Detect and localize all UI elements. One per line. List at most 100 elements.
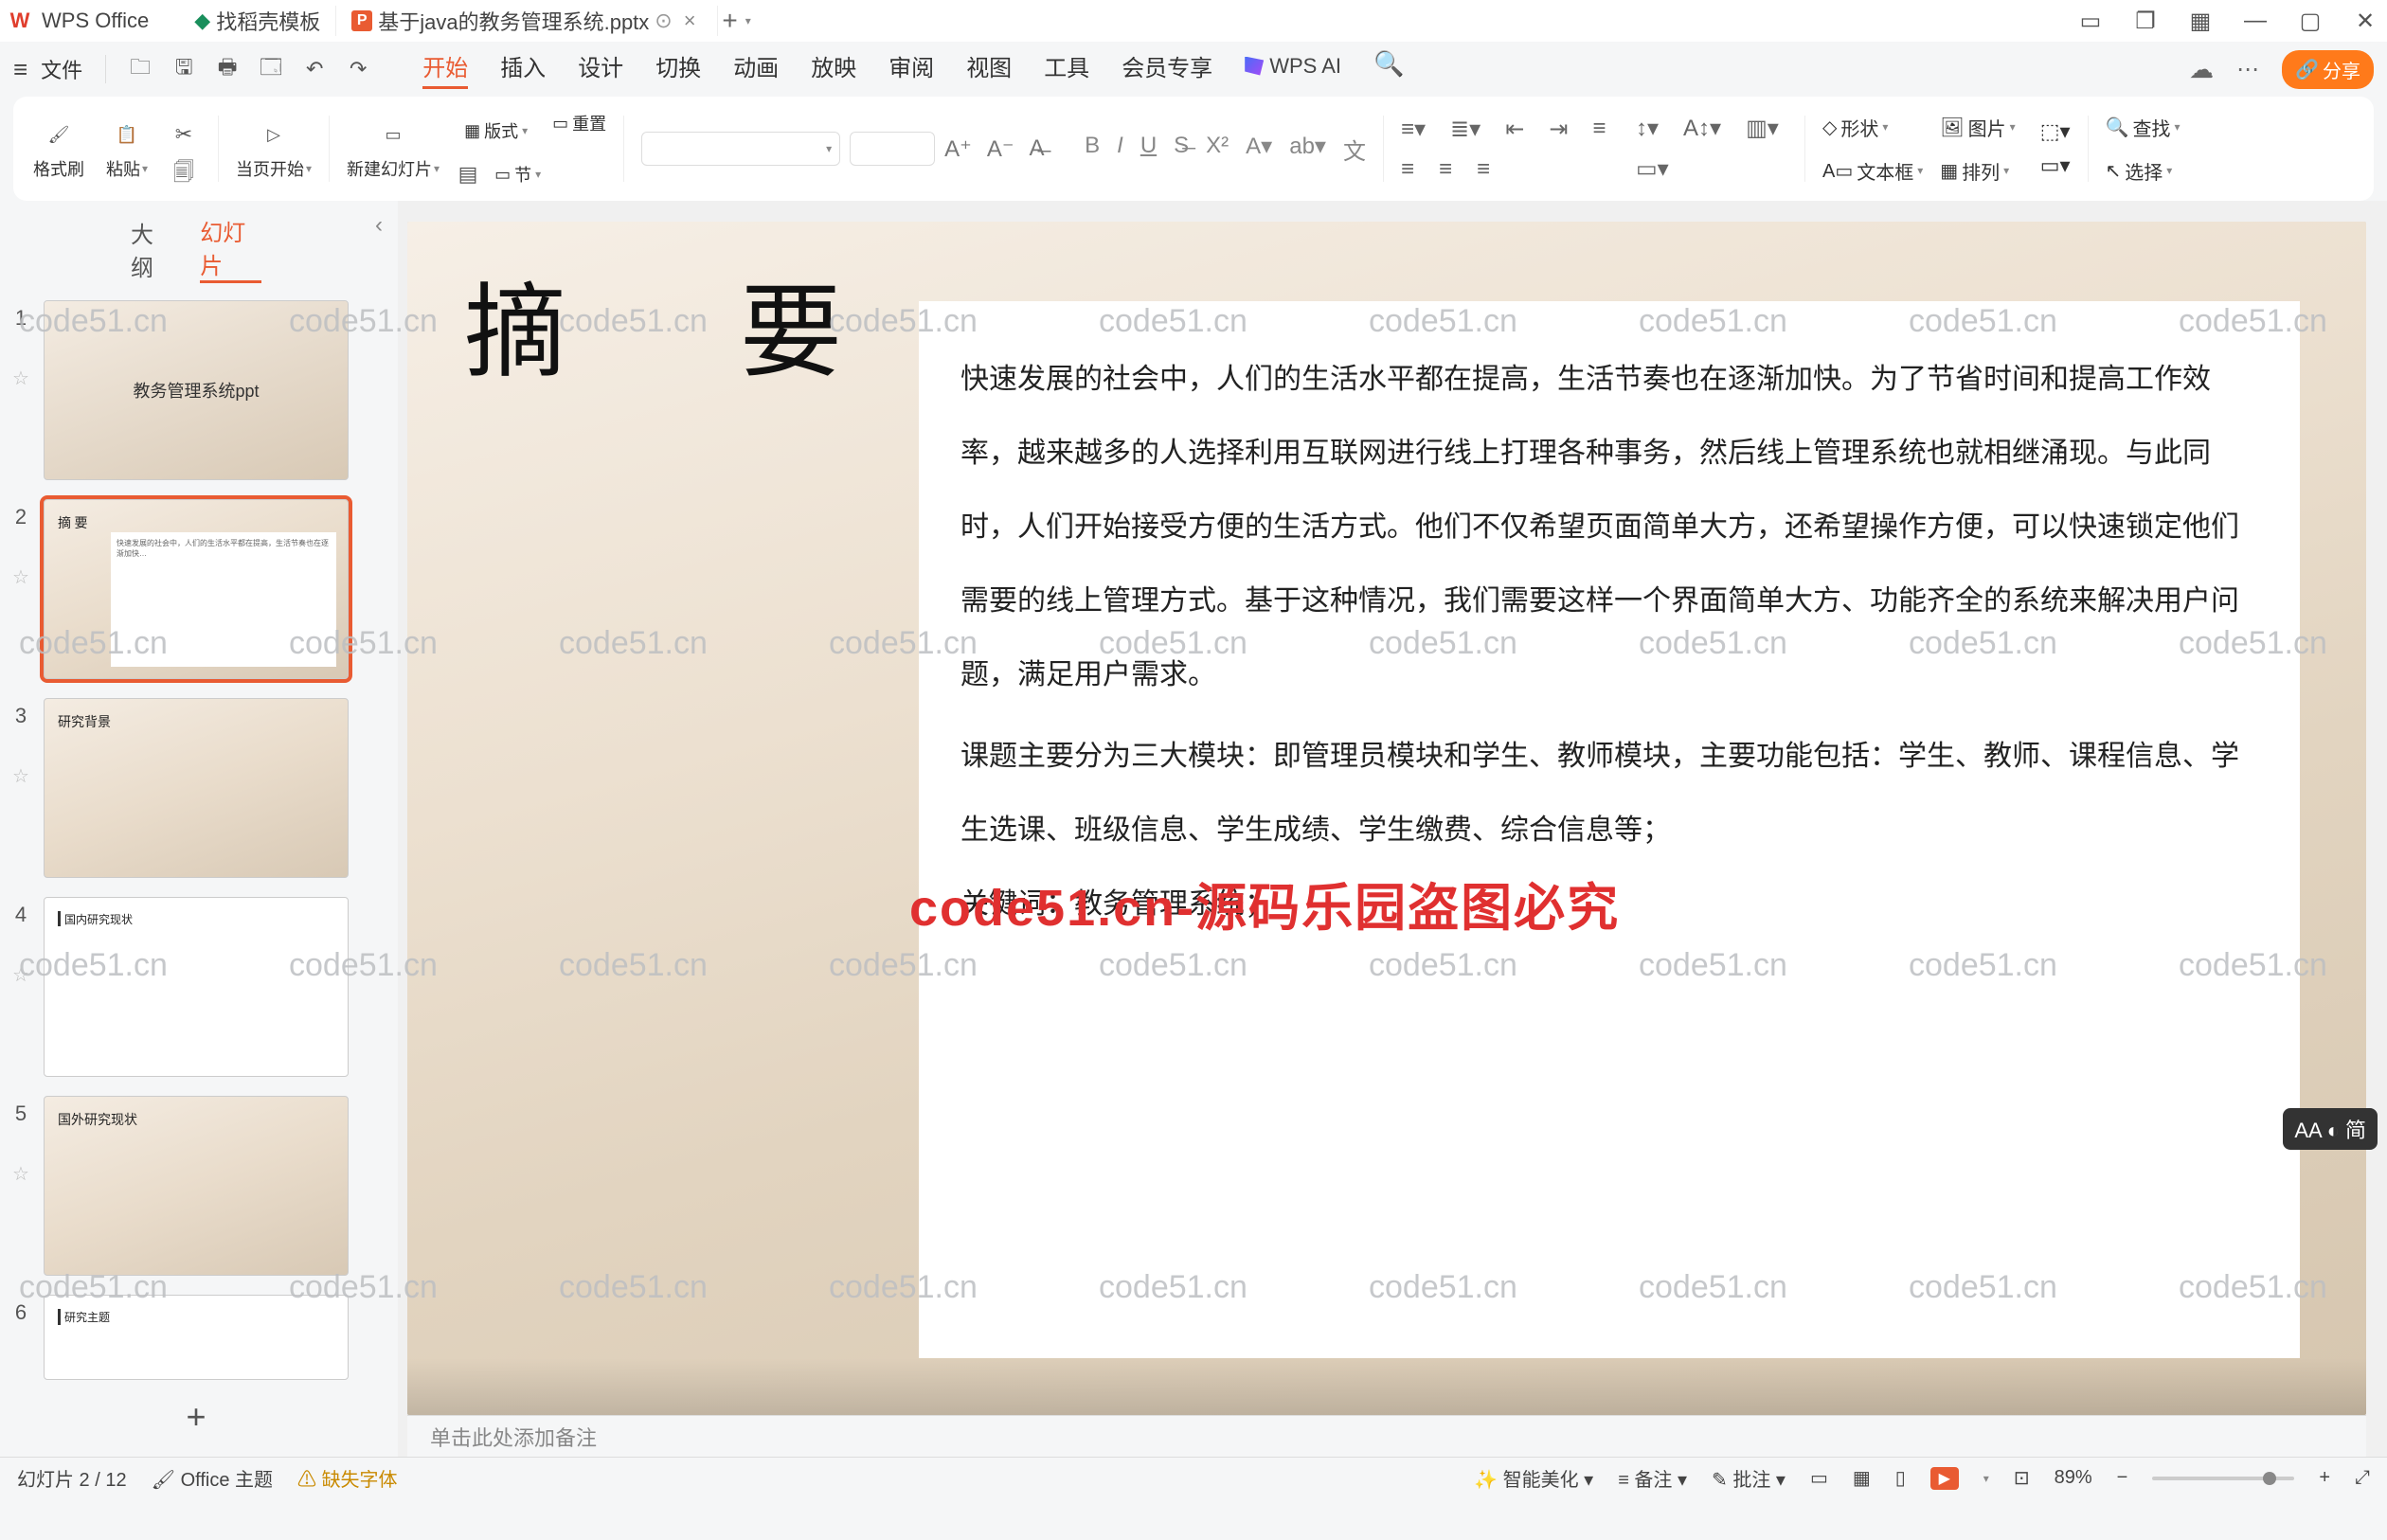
tab-templates[interactable]: ◆ 找稻壳模板 — [179, 6, 336, 36]
align-center-icon[interactable]: ≡ — [1401, 156, 1414, 183]
redo-icon[interactable]: ↷ — [341, 52, 375, 86]
status-notes[interactable]: ≡ 备注 ▾ — [1618, 1464, 1687, 1492]
shape-button[interactable]: ◇形状▾ — [1822, 110, 1923, 144]
clear-format-icon[interactable]: A̶ — [1030, 135, 1045, 163]
align-right-icon[interactable]: ≡ — [1439, 156, 1452, 183]
view-sorter-icon[interactable]: ▦ — [1853, 1466, 1871, 1490]
line-spacing-icon[interactable]: ↕▾ — [1636, 115, 1659, 142]
font-size-select[interactable] — [850, 132, 935, 166]
italic-button[interactable]: I — [1117, 133, 1123, 166]
numbering-icon[interactable]: ≣▾ — [1450, 116, 1481, 143]
panel-collapse-icon[interactable]: ‹ — [375, 212, 383, 239]
global-search-icon[interactable]: 🔍 — [1373, 49, 1404, 89]
menu-design[interactable]: 设计 — [578, 49, 623, 89]
zoom-fit-icon[interactable]: ⊡ — [2014, 1466, 2030, 1490]
slides-tab[interactable]: 幻灯片 — [200, 214, 261, 283]
zoom-slider[interactable] — [2152, 1477, 2294, 1480]
star-icon[interactable]: ☆ — [12, 367, 29, 390]
menu-member[interactable]: 会员专享 — [1122, 49, 1212, 89]
view-reading-icon[interactable]: ▯ — [1895, 1466, 1906, 1490]
star-icon[interactable]: ☆ — [12, 1162, 29, 1186]
section-button[interactable]: ▭节▾ — [494, 157, 541, 191]
new-tab-button[interactable]: +▾ — [718, 6, 756, 36]
zoom-reset-icon[interactable]: ⤢ — [2355, 1467, 2370, 1489]
add-slide-button[interactable]: + — [8, 1380, 385, 1454]
new-slide-button[interactable]: ▭新建幻灯片▾ — [347, 106, 440, 191]
bullets-icon[interactable]: ≡▾ — [1401, 116, 1426, 143]
copy-icon[interactable]: 🗐 — [167, 157, 201, 191]
menu-view[interactable]: 视图 — [966, 49, 1012, 89]
indent-dec-icon[interactable]: ⇤ — [1505, 116, 1524, 143]
undo-icon[interactable]: ↶ — [297, 52, 332, 86]
wen-dropdown[interactable]: 文 — [1343, 133, 1366, 166]
tab-document[interactable]: P 基于java的教务管理系统.pptx ⊙ × — [336, 6, 717, 36]
star-icon[interactable]: ☆ — [12, 565, 29, 589]
layout-button[interactable]: ▦版式▾ — [451, 114, 541, 148]
window-close[interactable]: ✕ — [2351, 8, 2379, 35]
align-left-icon[interactable]: ≡ — [1592, 116, 1606, 143]
menu-show[interactable]: 放映 — [811, 49, 856, 89]
zoom-value[interactable]: 89% — [2055, 1467, 2092, 1489]
layout-icon[interactable]: ▭ — [2076, 8, 2105, 35]
find-button[interactable]: 🔍查找▾ — [2106, 110, 2181, 144]
more-icon[interactable]: ⋯ — [2236, 56, 2259, 83]
print-preview-icon[interactable]: 🗔 — [254, 52, 288, 86]
font-family-select[interactable]: ▾ — [641, 132, 840, 166]
avatar-icon[interactable]: ▦ — [2186, 8, 2215, 35]
tab-pin-icon[interactable]: ⊙ — [655, 9, 672, 33]
slide-thumb-3[interactable]: 研究背景 — [44, 698, 349, 878]
status-missing-font[interactable]: ⚠ 缺失字体 — [297, 1464, 398, 1492]
status-review[interactable]: ✎ 批注 ▾ — [1712, 1464, 1786, 1492]
notes-placeholder[interactable]: 单击此处添加备注 — [430, 1422, 597, 1452]
outline-icon[interactable]: ▭▾ — [2040, 153, 2071, 178]
layout-alt-icon[interactable]: ▤ — [451, 157, 485, 191]
from-current-button[interactable]: ▷当页开始▾ — [236, 106, 312, 191]
view-normal-icon[interactable]: ▭ — [1810, 1466, 1828, 1490]
menu-start[interactable]: 开始 — [422, 49, 468, 89]
text-direction-icon[interactable]: A↕▾ — [1683, 115, 1721, 142]
underline-button[interactable]: U — [1140, 133, 1157, 166]
grow-font-icon[interactable]: A⁺ — [944, 135, 972, 163]
textbox-button[interactable]: A▭文本框▾ — [1822, 153, 1923, 188]
fill-icon[interactable]: ⬚▾ — [2040, 119, 2071, 144]
arrange-button[interactable]: ▦排列▾ — [1940, 153, 2015, 188]
superscript-button[interactable]: X² — [1206, 133, 1229, 166]
bold-button[interactable]: B — [1085, 133, 1100, 166]
menu-animation[interactable]: 动画 — [733, 49, 779, 89]
view-slideshow-icon[interactable]: ▶ — [1930, 1467, 1959, 1490]
zoom-out[interactable]: − — [2117, 1467, 2128, 1489]
cut-icon[interactable]: ✂ — [167, 117, 201, 152]
star-icon[interactable]: ☆ — [12, 764, 29, 788]
save-icon[interactable]: 🖫 — [167, 52, 201, 86]
font-mode-pill[interactable]: AA ◐ 简 — [2283, 1108, 2378, 1150]
align-vert-icon[interactable]: ▭▾ — [1636, 155, 1669, 183]
columns-icon[interactable]: ▥▾ — [1746, 115, 1779, 142]
format-brush-button[interactable]: 🖌格式刷 — [30, 106, 87, 191]
hamburger-icon[interactable]: ≡ — [13, 55, 27, 84]
cube-icon[interactable]: ❐ — [2131, 8, 2160, 35]
menu-insert[interactable]: 插入 — [500, 49, 546, 89]
paste-button[interactable]: 📋粘贴▾ — [99, 106, 155, 191]
outline-tab[interactable]: 大纲 — [131, 216, 171, 282]
slide-thumb-5[interactable]: 国外研究现状 — [44, 1096, 349, 1276]
slide-thumb-6[interactable]: 研究主题 — [44, 1295, 349, 1380]
font-color-button[interactable]: A▾ — [1246, 133, 1272, 166]
status-beautify[interactable]: ✨ 智能美化 ▾ — [1474, 1464, 1593, 1492]
zoom-in[interactable]: + — [2319, 1467, 2330, 1489]
file-menu[interactable]: 文件 — [41, 54, 82, 84]
tab-close-button[interactable]: × — [678, 9, 702, 33]
align-justify-icon[interactable]: ≡ — [1477, 156, 1490, 183]
reset-button[interactable]: ▭重置 — [552, 106, 606, 140]
cloud-icon[interactable]: ☁ — [2189, 55, 2214, 84]
picture-button[interactable]: 🖼图片▾ — [1940, 110, 2015, 144]
slide-thumb-4[interactable]: 国内研究现状 — [44, 897, 349, 1077]
share-button[interactable]: 🔗分享 — [2282, 50, 2374, 89]
shrink-font-icon[interactable]: A⁻ — [987, 135, 1014, 163]
open-icon[interactable]: 🗀 — [123, 52, 157, 86]
menu-tools[interactable]: 工具 — [1044, 49, 1089, 89]
menu-wps-ai[interactable]: WPS AI — [1245, 49, 1341, 89]
window-maximize[interactable]: ▢ — [2296, 8, 2324, 35]
status-theme[interactable]: 🖌 Office 主题 — [152, 1464, 273, 1492]
highlight-button[interactable]: ab▾ — [1289, 133, 1326, 166]
slide-canvas[interactable]: 摘 要 快速发展的社会中，人们的生活水平都在提高，生活节奏也在逐渐加快。为了节省… — [407, 222, 2366, 1415]
